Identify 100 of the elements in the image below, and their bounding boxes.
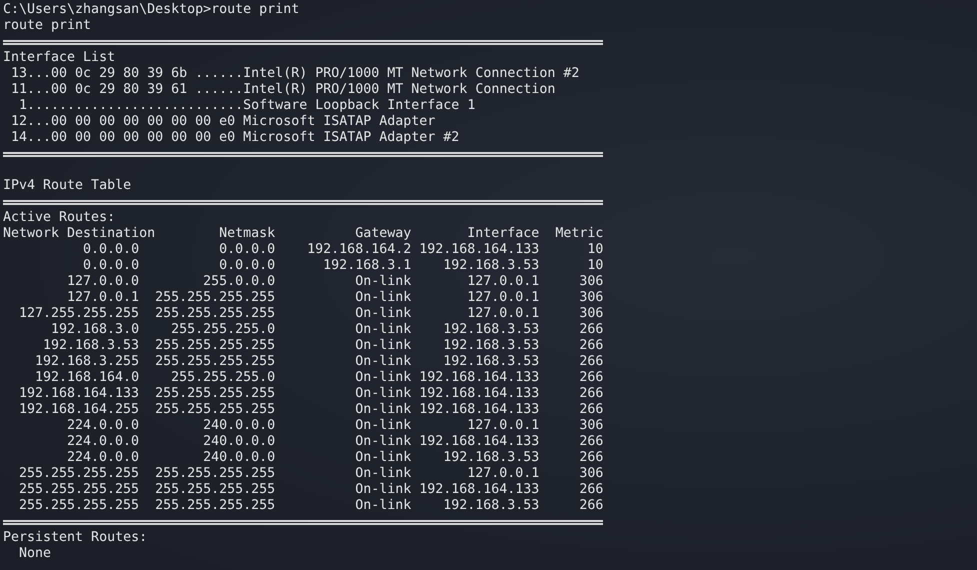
section-title: IPv4 Route Table (3, 178, 132, 194)
table-cell: 266 (579, 434, 604, 450)
table-cell: 192.168.164.0 (35, 370, 140, 386)
table-cell: 192.168.3.53 (443, 354, 540, 370)
table-cell: 255.255.255.255 (155, 386, 276, 402)
command-echo: route print (3, 18, 92, 34)
table-cell: 192.168.3.53 (43, 338, 140, 354)
table-cell: 266 (579, 386, 604, 402)
table-cell: 192.168.164.133 (419, 434, 540, 450)
table-cell: 306 (579, 466, 604, 482)
table-cell: 192.168.164.133 (419, 402, 540, 418)
table-cell: 224.0.0.0 (67, 418, 140, 434)
table-cell: On-link (355, 338, 412, 354)
table-cell: 127.0.0.1 (67, 290, 140, 306)
column-header: Netmask (219, 226, 276, 242)
interface-index: 12 (10, 114, 28, 130)
table-cell: 255.255.255.255 (18, 498, 140, 514)
interface-index: 14 (10, 130, 28, 146)
table-cell: 255.255.255.255 (155, 498, 276, 514)
table-cell: 255.255.255.255 (155, 482, 276, 498)
table-cell: 192.168.3.1 (323, 258, 412, 274)
interface-entry: ...00 00 00 00 00 00 00 e0 Microsoft ISATAP Adapter (27, 114, 436, 130)
table-cell: 192.168.164.133 (419, 370, 540, 386)
table-cell: 192.168.3.53 (443, 498, 540, 514)
table-cell: 192.168.3.53 (443, 322, 540, 338)
table-cell: 306 (579, 306, 604, 322)
table-cell: 255.255.255.255 (155, 306, 276, 322)
table-cell: On-link (355, 306, 412, 322)
table-cell: On-link (355, 466, 412, 482)
table-cell: 255.255.255.0 (171, 370, 276, 386)
table-cell: 266 (579, 338, 604, 354)
table-cell: 127.255.255.255 (18, 306, 140, 322)
section-title: Persistent Routes: (3, 530, 148, 546)
table-cell: 224.0.0.0 (67, 434, 140, 450)
table-cell: 127.0.0.1 (467, 418, 540, 434)
table-cell: 255.255.255.0 (171, 322, 276, 338)
table-cell: 0.0.0.0 (83, 242, 140, 258)
table-cell: On-link (355, 386, 412, 402)
table-cell: 192.168.3.255 (35, 354, 140, 370)
table-cell: On-link (355, 274, 412, 290)
interface-entry: ...........................Software Loopback Interface 1 (27, 98, 476, 114)
table-cell: 240.0.0.0 (203, 434, 276, 450)
table-cell: 306 (579, 418, 604, 434)
table-cell: On-link (355, 290, 412, 306)
table-cell: On-link (355, 498, 412, 514)
table-cell: 255.255.255.255 (155, 354, 276, 370)
table-cell: 266 (579, 354, 604, 370)
table-cell: On-link (355, 402, 412, 418)
table-cell: 192.168.164.133 (419, 482, 540, 498)
table-cell: 192.168.164.133 (18, 386, 140, 402)
interface-entry: ...00 00 00 00 00 00 00 e0 Microsoft ISATAP Adapter #2 (27, 130, 460, 146)
table-cell: 192.168.164.133 (419, 386, 540, 402)
table-cell: 192.168.3.53 (443, 338, 540, 354)
table-cell: 192.168.3.53 (443, 450, 540, 466)
persistent-routes-value: None (19, 546, 52, 562)
interface-index: 13 (10, 66, 28, 82)
table-cell: 266 (579, 482, 604, 498)
table-cell: 266 (579, 322, 604, 338)
table-cell: 255.255.255.255 (155, 338, 276, 354)
column-header: Network Destination (3, 226, 156, 242)
table-cell: 266 (579, 370, 604, 386)
table-cell: 192.168.3.53 (443, 258, 540, 274)
table-cell: 255.255.255.255 (155, 290, 276, 306)
table-cell: On-link (355, 418, 412, 434)
table-cell: 266 (579, 498, 604, 514)
command-prompt: C:\Users\zhangsan\Desktop>route print (3, 2, 300, 18)
table-cell: 266 (579, 402, 604, 418)
table-cell: On-link (355, 370, 412, 386)
table-cell: 127.0.0.1 (467, 306, 540, 322)
section-title: Interface List (3, 50, 116, 66)
table-cell: 192.168.3.0 (51, 322, 140, 338)
table-cell: 224.0.0.0 (67, 450, 140, 466)
table-cell: 0.0.0.0 (219, 258, 276, 274)
table-cell: 255.255.255.255 (18, 466, 140, 482)
column-header: Interface (467, 226, 540, 242)
table-cell: 127.0.0.1 (467, 290, 540, 306)
table-cell: 306 (579, 290, 604, 306)
interface-entry: ...00 0c 29 80 39 6b ......Intel(R) PRO/1000 MT Network Connection #2 (27, 66, 580, 82)
table-cell: 240.0.0.0 (203, 418, 276, 434)
table-cell: 255.255.255.255 (18, 482, 140, 498)
table-cell: 192.168.164.133 (419, 242, 540, 258)
column-header: Gateway (355, 226, 412, 242)
table-cell: 127.0.0.0 (67, 274, 140, 290)
table-cell: On-link (355, 354, 412, 370)
column-header: Metric (555, 226, 604, 242)
table-cell: 192.168.164.2 (307, 242, 412, 258)
table-cell: On-link (355, 482, 412, 498)
section-title: Active Routes: (3, 210, 116, 226)
table-cell: 255.0.0.0 (203, 274, 276, 290)
interface-entry: ...00 0c 29 80 39 61 ......Intel(R) PRO/1000 MT Network Connection (27, 82, 556, 98)
table-cell: On-link (355, 450, 412, 466)
table-cell: On-link (355, 434, 412, 450)
table-cell: 10 (587, 242, 604, 258)
table-cell: 10 (587, 258, 604, 274)
table-cell: 255.255.255.255 (155, 402, 276, 418)
interface-index: 1 (18, 98, 28, 114)
table-cell: 127.0.0.1 (467, 274, 540, 290)
table-cell: On-link (355, 322, 412, 338)
table-cell: 306 (579, 274, 604, 290)
table-cell: 0.0.0.0 (219, 242, 276, 258)
